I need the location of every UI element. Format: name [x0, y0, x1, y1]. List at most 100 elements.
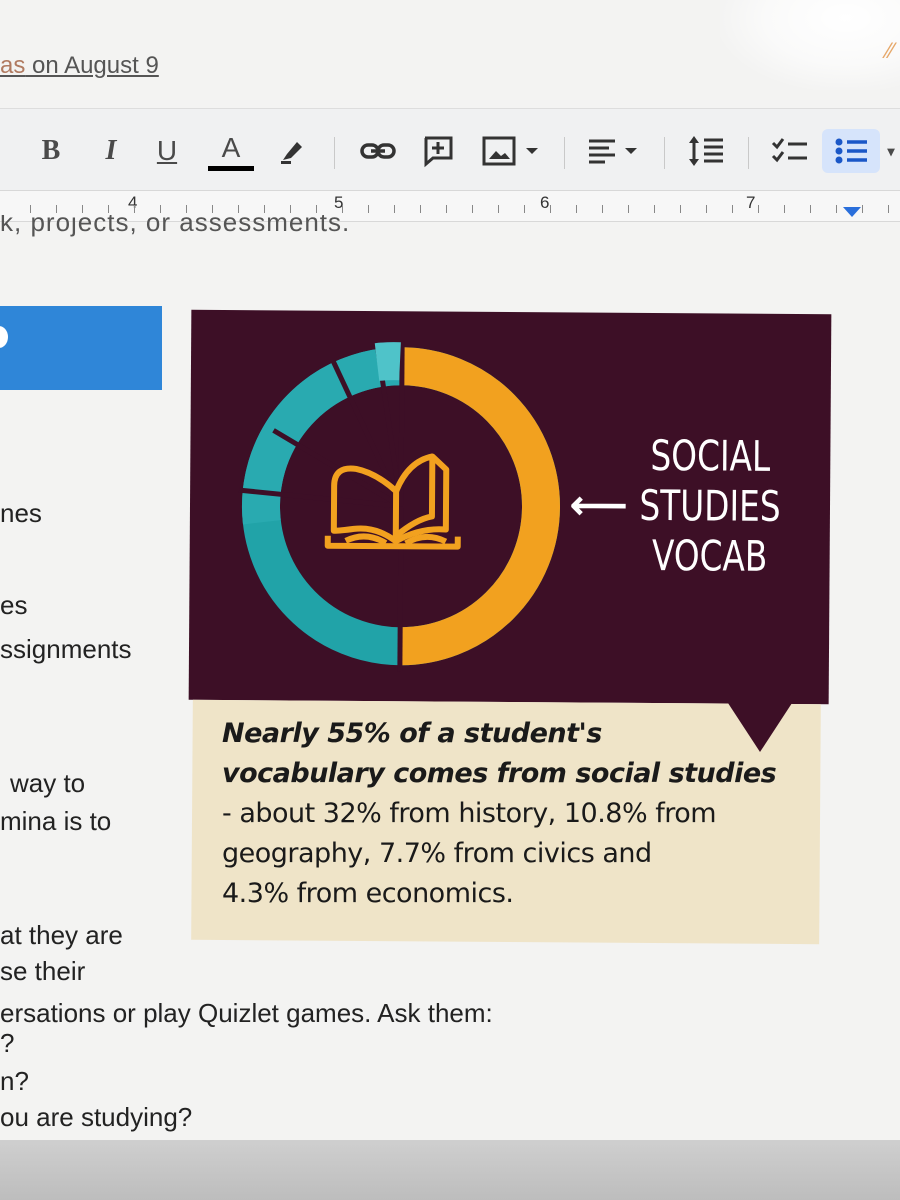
screen: as on August 9 ⁄⁄ B I U A ▾ 4 5 6 7 k, p… — [0, 0, 900, 1140]
ruler-tick — [784, 205, 785, 213]
ruler-tick — [134, 205, 135, 213]
formatting-toolbar: B I U A ▾ — [0, 108, 900, 191]
document-text-fragment: ersations or play Quizlet games. Ask the… — [0, 998, 493, 1028]
ruler-tick — [342, 205, 343, 213]
document-text-fragment: at they are — [0, 920, 123, 950]
insert-link-button[interactable] — [358, 129, 398, 173]
caption-line: geography, 7.7% from civics and — [222, 838, 652, 869]
comment-icon — [424, 136, 453, 168]
highlight-button[interactable] — [272, 129, 312, 173]
ruler-label: 4 — [128, 193, 138, 212]
toolbar-divider — [564, 137, 565, 169]
link-icon — [360, 143, 396, 159]
last-edit-faded: as — [0, 52, 26, 79]
image-icon — [482, 136, 538, 166]
ruler-tick — [550, 205, 551, 213]
checklist-button[interactable] — [770, 129, 810, 173]
screen-glare — [720, 0, 900, 90]
ruler-tick — [654, 205, 655, 213]
highlight-icon — [281, 142, 302, 164]
toolbar-divider — [748, 137, 749, 169]
caption-line: vocabulary comes from social studies — [222, 758, 777, 789]
ruler-tick — [316, 205, 317, 213]
ruler-tick — [628, 205, 629, 213]
left-arrow-icon: ⟵ — [569, 483, 628, 528]
ruler-tick — [888, 205, 889, 213]
line-spacing-button[interactable] — [686, 129, 726, 173]
blue-banner — [0, 306, 162, 390]
insert-image-button[interactable] — [478, 129, 548, 173]
ruler-tick — [472, 205, 473, 213]
ruler-tick — [82, 205, 83, 213]
bulleted-list-button[interactable] — [822, 129, 880, 173]
activity-icon[interactable]: ⁄⁄ — [887, 38, 894, 64]
ruler-label: 6 — [540, 193, 550, 212]
bulleted-list-icon — [835, 138, 867, 164]
heading-line: VOCAB — [651, 530, 768, 581]
ruler-tick — [186, 205, 187, 213]
ruler-tick — [862, 205, 863, 213]
document-text-fragment: n? — [0, 1066, 29, 1096]
ruler-tick — [446, 205, 447, 213]
caption-line: - about 32% from history, 10.8% from — [222, 798, 717, 829]
ruler-tick — [498, 205, 499, 213]
ruler-tick — [368, 205, 369, 213]
ruler-tick — [290, 205, 291, 213]
align-icon — [589, 139, 637, 164]
italic-button[interactable]: I — [96, 129, 126, 173]
vocab-infographic: ⟵ SOCIAL STUDIES VOCAB — [188, 309, 832, 705]
ruler-tick — [524, 205, 525, 213]
ruler-tick — [394, 205, 395, 213]
ruler-tick — [212, 205, 213, 213]
last-edit-text: on August 9 — [25, 52, 159, 79]
chevron-down-icon[interactable]: ▾ — [882, 129, 900, 173]
text-color-swatch — [208, 165, 254, 171]
ruler-tick — [576, 205, 577, 213]
right-indent-marker[interactable] — [843, 207, 861, 217]
toolbar-divider — [664, 137, 665, 169]
ruler-tick — [56, 205, 57, 213]
heading-line: SOCIAL — [650, 430, 771, 481]
ruler-tick — [108, 205, 109, 213]
document-text-fragment: ou are studying? — [0, 1102, 193, 1132]
document-text-fragment: ssignments — [0, 634, 132, 664]
bold-button[interactable]: B — [36, 129, 66, 173]
text-color-button[interactable]: A — [208, 129, 254, 173]
last-edit-link[interactable]: as on August 9 — [0, 52, 159, 80]
toolbar-divider — [334, 137, 335, 169]
ruler-tick — [836, 205, 837, 213]
monitor-bezel — [0, 1140, 900, 1200]
underline-button[interactable]: U — [152, 129, 182, 173]
ruler-tick — [420, 205, 421, 213]
ruler-tick — [160, 205, 161, 213]
ruler-tick — [238, 205, 239, 213]
donut-orange-segment — [399, 347, 560, 666]
ruler-tick — [264, 205, 265, 213]
ruler-label: 7 — [746, 193, 756, 212]
document-text-fragment: nes — [0, 498, 42, 528]
banner-knob — [0, 326, 8, 348]
ruler-tick — [732, 205, 733, 213]
text-color-label: A — [221, 131, 241, 163]
vocab-donut-chart — [238, 341, 561, 672]
ruler-tick — [680, 205, 681, 213]
ruler-tick — [30, 205, 31, 213]
document-text-fragment: mina is to — [0, 806, 112, 836]
ruler-tick — [758, 205, 759, 213]
caption-line: 4.3% from economics. — [222, 878, 514, 909]
line-spacing-icon — [689, 136, 723, 166]
ruler-tick — [706, 205, 707, 213]
add-comment-button[interactable] — [418, 129, 458, 173]
infographic-caption: Nearly 55% of a student's vocabulary com… — [222, 714, 822, 914]
document-text-fragment: way to — [10, 768, 86, 798]
infographic-heading: SOCIAL STUDIES VOCAB — [631, 431, 788, 582]
checklist-icon — [771, 138, 807, 163]
document-text-fragment: es — [0, 590, 28, 620]
document-text-fragment: ? — [0, 1028, 15, 1058]
ruler-tick — [810, 205, 811, 213]
heading-line: STUDIES — [639, 480, 781, 531]
ruler-tick — [602, 205, 603, 213]
caption-line: Nearly 55% of a student's — [222, 718, 602, 749]
align-button[interactable] — [584, 129, 648, 173]
donut-light-segment — [374, 342, 401, 381]
